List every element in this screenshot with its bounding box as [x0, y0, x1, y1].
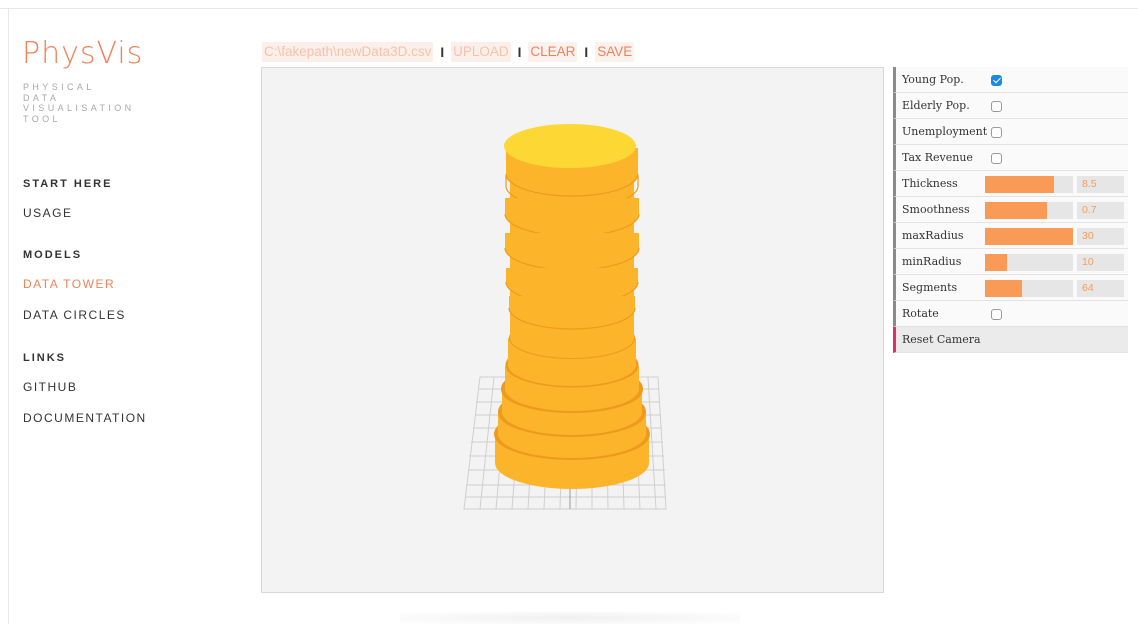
app-logo: PhysVis: [22, 36, 144, 71]
upload-button[interactable]: UPLOAD: [451, 42, 511, 62]
rotate-label: Rotate: [902, 307, 939, 320]
tower-render: [463, 124, 667, 510]
reset-camera-button[interactable]: Reset Camera: [893, 327, 1128, 353]
smoothness-value-input[interactable]: 0.7: [1077, 202, 1124, 219]
rotate-checkbox[interactable]: [991, 309, 1002, 320]
file-path-field[interactable]: C:\fakepath\newData3D.csv: [262, 42, 434, 62]
page-shadow: [400, 612, 740, 624]
tax-revenue-row[interactable]: Tax Revenue: [893, 145, 1128, 171]
max-radius-slider[interactable]: [985, 228, 1073, 245]
controls-panel: Young Pop. Elderly Pop. Unemployment Tax…: [893, 67, 1128, 353]
max-radius-value-input[interactable]: 30: [1077, 228, 1124, 245]
subtitle-line: VISUALISATION: [23, 103, 135, 113]
toolbar-separator: I: [440, 44, 445, 60]
nav-item-github[interactable]: GITHUB: [23, 380, 77, 394]
nav-heading-models: MODELS: [23, 249, 83, 261]
nav-item-data-circles[interactable]: DATA CIRCLES: [23, 308, 126, 322]
segments-label: Segments: [902, 281, 958, 294]
elderly-pop-row[interactable]: Elderly Pop.: [893, 93, 1128, 119]
segments-slider[interactable]: [985, 280, 1073, 297]
subtitle-line: TOOL: [23, 113, 61, 124]
segments-row: Segments 64: [893, 275, 1128, 301]
segments-value-input[interactable]: 64: [1077, 280, 1124, 297]
save-button[interactable]: SAVE: [595, 42, 635, 62]
window-left-border: [8, 8, 9, 624]
elderly-pop-checkbox[interactable]: [991, 101, 1002, 112]
data-tower-model: [494, 124, 650, 489]
tax-revenue-checkbox[interactable]: [991, 153, 1002, 164]
unemployment-row[interactable]: Unemployment: [893, 119, 1128, 145]
nav-heading-links: LINKS: [23, 352, 66, 364]
young-pop-label: Young Pop.: [902, 73, 964, 86]
tax-revenue-label: Tax Revenue: [902, 151, 973, 164]
smoothness-slider[interactable]: [985, 202, 1073, 219]
min-radius-slider[interactable]: [985, 254, 1073, 271]
min-radius-label: minRadius: [902, 255, 962, 268]
min-radius-slider-fill: [985, 254, 1007, 271]
thickness-label: Thickness: [902, 177, 958, 190]
thickness-slider[interactable]: [985, 176, 1073, 193]
unemployment-label: Unemployment: [902, 125, 988, 138]
window-top-border: [0, 8, 1138, 9]
3d-viewport[interactable]: [261, 67, 884, 593]
file-toolbar: C:\fakepath\newData3D.csv I UPLOAD I CLE…: [262, 42, 635, 62]
clear-button[interactable]: CLEAR: [528, 42, 578, 62]
max-radius-slider-fill: [985, 228, 1073, 245]
rotate-row[interactable]: Rotate: [893, 301, 1128, 327]
subtitle-line: DATA: [23, 92, 60, 103]
nav-item-usage[interactable]: USAGE: [23, 206, 73, 220]
reset-camera-label: Reset Camera: [902, 333, 981, 346]
young-pop-row[interactable]: Young Pop.: [893, 67, 1128, 93]
nav-item-documentation[interactable]: DOCUMENTATION: [23, 411, 147, 425]
subtitle-line: PHYSICAL: [23, 82, 95, 92]
max-radius-row: maxRadius 30: [893, 223, 1128, 249]
thickness-row: Thickness 8.5: [893, 171, 1128, 197]
nav-item-data-tower[interactable]: DATA TOWER: [23, 277, 115, 291]
elderly-pop-label: Elderly Pop.: [902, 99, 970, 112]
smoothness-slider-fill: [985, 202, 1047, 219]
min-radius-row: minRadius 10: [893, 249, 1128, 275]
young-pop-checkbox[interactable]: [991, 75, 1002, 86]
toolbar-separator: I: [584, 44, 589, 60]
smoothness-label: Smoothness: [902, 203, 970, 216]
thickness-slider-fill: [985, 176, 1054, 193]
nav-heading-start: START HERE: [23, 178, 113, 190]
thickness-value-input[interactable]: 8.5: [1077, 176, 1124, 193]
min-radius-value-input[interactable]: 10: [1077, 254, 1124, 271]
max-radius-label: maxRadius: [902, 229, 964, 242]
toolbar-separator: I: [517, 44, 522, 60]
unemployment-checkbox[interactable]: [991, 127, 1002, 138]
segments-slider-fill: [985, 280, 1022, 297]
smoothness-row: Smoothness 0.7: [893, 197, 1128, 223]
app-subtitle: PHYSICAL DATA VISUALISATION TOOL: [23, 82, 135, 124]
